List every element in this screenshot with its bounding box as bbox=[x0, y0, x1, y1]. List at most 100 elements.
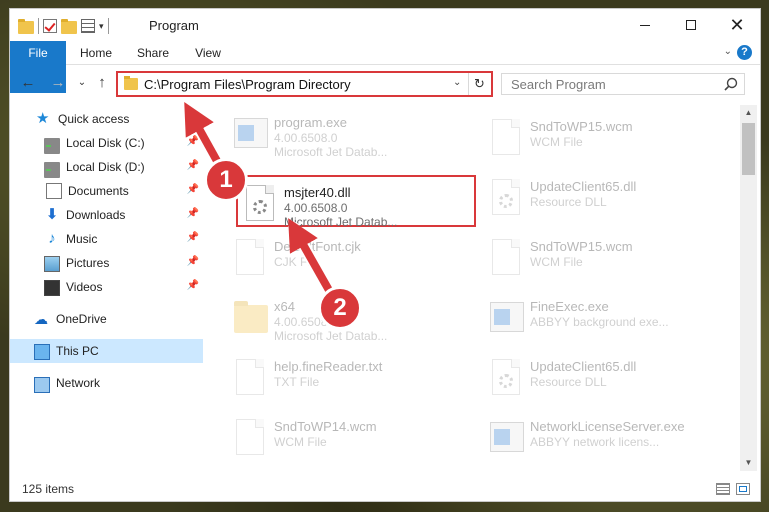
sidebar-item-downloads[interactable]: ⬇ Downloads 📌 bbox=[10, 203, 203, 227]
sidebar-item-label: This PC bbox=[56, 344, 99, 358]
pin-icon[interactable]: 📌 bbox=[187, 184, 199, 195]
sidebar-item-label: Local Disk (D:) bbox=[66, 160, 145, 174]
scroll-down-icon[interactable]: ▼ bbox=[740, 455, 757, 471]
file-item-program-exe[interactable]: program.exe 4.00.6508.0 Microsoft Jet Da… bbox=[228, 107, 468, 159]
sidebar-item-music[interactable]: ♪ Music 📌 bbox=[10, 227, 203, 251]
search-icon[interactable] bbox=[724, 77, 738, 91]
file-name: DefaultFont.cjk bbox=[274, 239, 361, 254]
file-item-sndtowp14-wcm[interactable]: SndToWP14.wcm WCM File bbox=[228, 411, 468, 463]
scroll-thumb[interactable] bbox=[742, 123, 755, 175]
folder-icon bbox=[124, 76, 138, 90]
file-name: help.fineReader.txt bbox=[274, 359, 383, 374]
up-button[interactable]: ↑ bbox=[92, 73, 112, 93]
back-button[interactable]: ← bbox=[18, 73, 38, 93]
sidebar-item-network[interactable]: Network bbox=[10, 371, 203, 395]
address-path[interactable]: C:\Program Files\Program Directory bbox=[144, 77, 351, 92]
toolbar-separator bbox=[107, 18, 109, 34]
sidebar-item-videos[interactable]: Videos 📌 bbox=[10, 275, 203, 299]
music-icon: ♪ bbox=[48, 230, 56, 247]
sidebar-item-label: OneDrive bbox=[56, 312, 107, 326]
rename-icon[interactable] bbox=[81, 19, 95, 33]
pin-icon[interactable]: 📌 bbox=[187, 136, 199, 147]
address-bar[interactable]: C:\Program Files\Program Directory ⌄ ↻ bbox=[116, 71, 493, 97]
file-item-defaultfont-cjk[interactable]: DefaultFont.cjk CJK File bbox=[228, 231, 468, 283]
address-dropdown-icon[interactable]: ⌄ bbox=[453, 77, 461, 88]
file-name: UpdateClient65.dll bbox=[530, 179, 637, 194]
file-name: program.exe bbox=[274, 115, 347, 130]
file-name: SndToWP14.wcm bbox=[274, 419, 377, 434]
file-version: 4.00.6508.0 bbox=[284, 201, 348, 215]
forward-button[interactable]: → bbox=[48, 73, 68, 93]
exe-icon bbox=[490, 419, 524, 457]
large-icons-view-icon[interactable] bbox=[736, 483, 750, 495]
file-item-sndtowp15-wcm-2[interactable]: SndToWP15.wcm WCM File bbox=[484, 231, 724, 283]
folder-icon bbox=[18, 18, 34, 34]
maximize-button[interactable] bbox=[668, 9, 714, 41]
help-icon[interactable]: ? bbox=[737, 45, 752, 60]
sidebar-item-local-disk-c[interactable]: Local Disk (C:) 📌 bbox=[10, 131, 203, 155]
minimize-icon bbox=[640, 24, 650, 26]
vertical-scrollbar[interactable]: ▲ ▼ bbox=[740, 105, 757, 471]
sidebar-item-local-disk-d[interactable]: Local Disk (D:) 📌 bbox=[10, 155, 203, 179]
new-folder-icon[interactable] bbox=[61, 18, 77, 34]
pin-icon[interactable]: 📌 bbox=[187, 232, 199, 243]
file-item-sndtowp15-wcm[interactable]: SndToWP15.wcm WCM File bbox=[484, 111, 724, 163]
recent-locations-button[interactable]: ⌄ bbox=[72, 73, 92, 93]
view-switcher bbox=[716, 483, 750, 495]
callout-badge-2: 2 bbox=[318, 286, 362, 330]
expand-ribbon-icon[interactable]: ⌄ bbox=[724, 46, 732, 57]
this-pc-icon bbox=[34, 344, 50, 360]
sidebar-item-this-pc[interactable]: This PC bbox=[10, 339, 203, 363]
file-item-msjter40-dll[interactable]: msjter40.dll 4.00.6508.0 Microsoft Jet D… bbox=[236, 175, 476, 229]
close-button[interactable]: ✕ bbox=[714, 9, 760, 41]
refresh-button[interactable]: ↻ bbox=[468, 73, 490, 95]
file-type: Resource DLL bbox=[530, 375, 607, 389]
file-name: SndToWP15.wcm bbox=[530, 239, 633, 254]
file-item-updateclient65-dll[interactable]: UpdateClient65.dll Resource DLL bbox=[484, 171, 724, 223]
properties-check-icon[interactable] bbox=[43, 19, 57, 33]
tab-view[interactable]: View bbox=[188, 41, 228, 65]
pin-icon[interactable]: 📌 bbox=[187, 256, 199, 267]
dll-gear-icon bbox=[244, 185, 276, 223]
tab-share[interactable]: Share bbox=[130, 41, 176, 65]
sidebar-item-pictures[interactable]: Pictures 📌 bbox=[10, 251, 203, 275]
pin-icon[interactable]: 📌 bbox=[187, 280, 199, 291]
maximize-icon bbox=[686, 20, 696, 30]
file-type: WCM File bbox=[530, 255, 583, 269]
title-bar: ▾ Program ✕ bbox=[10, 9, 760, 41]
file-description: Microsoft Jet Datab... bbox=[274, 145, 388, 159]
quick-access-toolbar: ▾ bbox=[18, 17, 109, 35]
status-bar: 125 items bbox=[10, 479, 760, 501]
sidebar-item-quick-access[interactable]: ★ Quick access bbox=[10, 107, 203, 131]
documents-icon bbox=[46, 183, 62, 199]
file-item-updateclient65-dll-2[interactable]: UpdateClient65.dll Resource DLL bbox=[484, 351, 724, 403]
file-name: NetworkLicenseServer.exe bbox=[530, 419, 685, 434]
file-name: msjter40.dll bbox=[284, 185, 351, 200]
file-explorer-window: ▾ Program ✕ File Home Share View ⌄ ? ← →… bbox=[9, 8, 761, 502]
sidebar-item-label: Documents bbox=[68, 184, 129, 198]
file-item-networklicenseserver-exe[interactable]: NetworkLicenseServer.exe ABBYY network l… bbox=[484, 411, 724, 463]
sidebar-item-documents[interactable]: Documents 📌 bbox=[10, 179, 203, 203]
page-icon bbox=[234, 239, 266, 277]
tab-home[interactable]: Home bbox=[74, 41, 118, 65]
details-view-icon[interactable] bbox=[716, 483, 730, 495]
scroll-up-icon[interactable]: ▲ bbox=[740, 105, 757, 121]
sidebar-item-label: Videos bbox=[66, 280, 103, 294]
customize-toolbar-icon[interactable]: ▾ bbox=[99, 21, 104, 32]
file-type: Resource DLL bbox=[530, 195, 607, 209]
file-item-help-txt[interactable]: help.fineReader.txt TXT File bbox=[228, 351, 468, 403]
dll-gear-icon bbox=[490, 359, 522, 397]
downloads-icon: ⬇ bbox=[45, 206, 59, 223]
file-type: WCM File bbox=[530, 135, 583, 149]
pin-icon[interactable]: 📌 bbox=[187, 208, 199, 219]
search-box[interactable]: Search Program bbox=[501, 73, 745, 95]
sidebar-item-onedrive[interactable]: ☁ OneDrive bbox=[10, 307, 203, 331]
pin-icon[interactable]: 📌 bbox=[187, 160, 199, 171]
videos-icon bbox=[44, 280, 60, 296]
close-icon: ✕ bbox=[729, 15, 745, 35]
minimize-button[interactable] bbox=[622, 9, 668, 41]
file-item-fineexec-exe[interactable]: FineExec.exe ABBYY background exe... bbox=[484, 291, 724, 343]
onedrive-icon: ☁ bbox=[34, 311, 48, 327]
sidebar-item-label: Local Disk (C:) bbox=[66, 136, 145, 150]
page-icon bbox=[234, 419, 266, 457]
